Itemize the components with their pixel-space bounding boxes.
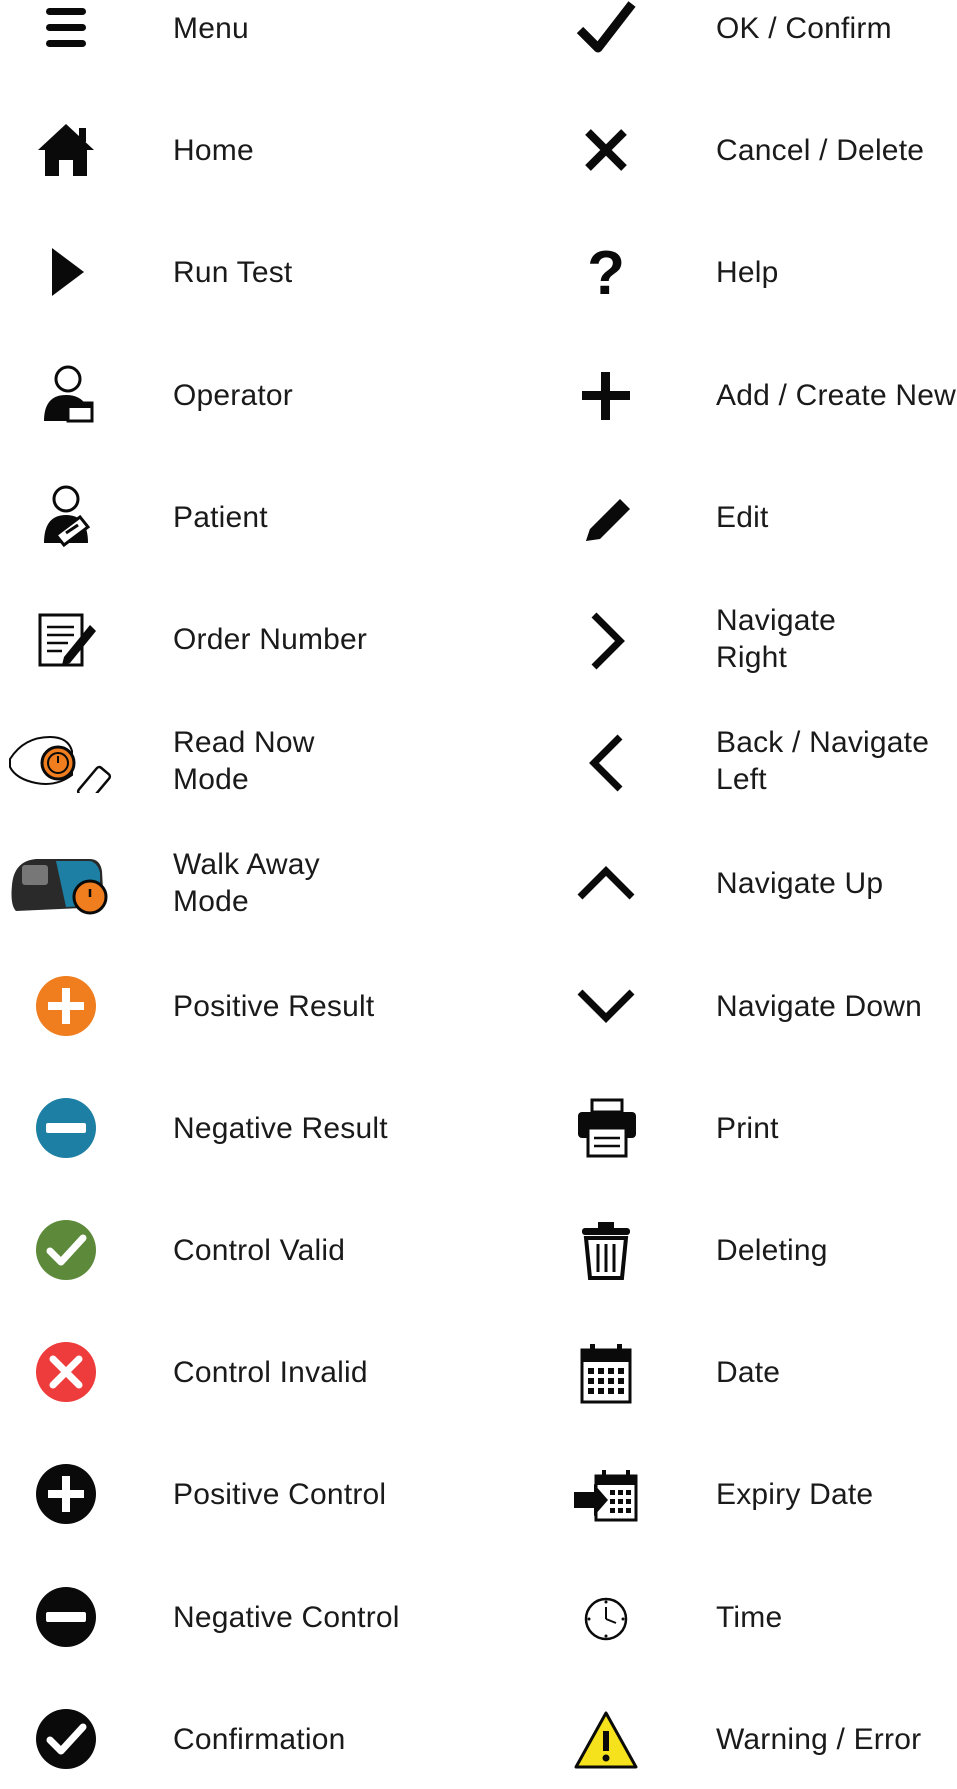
legend-label: Back / Navigate Left <box>716 726 930 796</box>
legend-label: OK / Confirm <box>716 11 892 45</box>
legend-label: Walk Away Mode <box>173 848 320 918</box>
legend-row: Read Now Mode <box>0 711 530 811</box>
legend-label: Add / Create New <box>716 378 956 412</box>
legend-label: Control Valid <box>173 1233 346 1267</box>
legend-label: Home <box>173 133 254 167</box>
walk-away-mode-icon <box>6 851 126 915</box>
menu-icon <box>6 0 126 60</box>
legend-row: Operator <box>0 345 530 445</box>
legend-row: Time <box>540 1567 957 1667</box>
patient-icon <box>6 485 126 549</box>
trash-icon <box>546 1218 666 1282</box>
order-number-icon <box>6 607 126 671</box>
confirmation-icon <box>6 1707 126 1771</box>
legend-label: Print <box>716 1111 779 1145</box>
legend-label: Positive Result <box>173 989 375 1023</box>
legend-label: Control Invalid <box>173 1355 368 1389</box>
legend-label: Navigate Up <box>716 866 884 900</box>
svg-text:?: ? <box>587 240 625 304</box>
legend-label: Help <box>716 255 779 289</box>
legend-row: Negative Result <box>0 1078 530 1178</box>
legend-row: Positive Control <box>0 1444 530 1544</box>
legend-label: Cancel / Delete <box>716 133 925 167</box>
printer-icon <box>546 1096 666 1160</box>
positive-result-icon <box>6 974 126 1038</box>
legend-label: Confirmation <box>173 1722 346 1756</box>
clock-icon <box>546 1585 666 1649</box>
legend-row: Date <box>540 1322 957 1422</box>
legend-label: Patient <box>173 500 268 534</box>
legend-label: Navigate Down <box>716 989 923 1023</box>
legend-label: Operator <box>173 378 293 412</box>
control-invalid-icon <box>6 1340 126 1404</box>
legend-label: Menu <box>173 11 249 45</box>
legend-row: Back / Navigate Left <box>540 711 957 811</box>
legend-label: Expiry Date <box>716 1477 874 1511</box>
read-now-mode-icon <box>6 729 126 793</box>
warning-icon <box>546 1707 666 1771</box>
legend-row: Edit <box>540 467 957 567</box>
legend-row: Navigate Up <box>540 833 957 933</box>
cross-icon <box>546 118 666 182</box>
legend-label: Time <box>716 1600 783 1634</box>
expiry-calendar-icon <box>546 1462 666 1526</box>
legend-label: Warning / Error <box>716 1722 922 1756</box>
chevron-up-icon <box>546 851 666 915</box>
legend-row: Control Valid <box>0 1200 530 1300</box>
legend-row: Control Invalid <box>0 1322 530 1422</box>
negative-result-icon <box>6 1096 126 1160</box>
pencil-icon <box>546 485 666 549</box>
legend-row: Run Test <box>0 222 530 322</box>
legend-row: ? Help <box>540 222 957 322</box>
legend-row: Walk Away Mode <box>0 833 530 933</box>
legend-row: Warning / Error <box>540 1689 957 1789</box>
legend-label: Positive Control <box>173 1477 387 1511</box>
calendar-icon <box>546 1340 666 1404</box>
plus-icon <box>546 363 666 427</box>
control-valid-icon <box>6 1218 126 1282</box>
legend-label: Navigate Right <box>716 604 837 674</box>
legend-row: Navigate Right <box>540 589 957 689</box>
operator-icon <box>6 363 126 427</box>
legend-row: Print <box>540 1078 957 1178</box>
legend-row: Confirmation <box>0 1689 530 1789</box>
legend-row: Home <box>0 100 530 200</box>
legend-label: Order Number <box>173 622 368 656</box>
chevron-left-icon <box>546 729 666 793</box>
legend-row: Navigate Down <box>540 956 957 1056</box>
question-mark-icon: ? <box>546 240 666 304</box>
legend-label: Negative Control <box>173 1600 400 1634</box>
legend-row: Order Number <box>0 589 530 689</box>
icon-legend: Menu Home Run Test Operator Patient Order Num… <box>0 0 957 1778</box>
legend-row: Negative Control <box>0 1567 530 1667</box>
legend-label: Deleting <box>716 1233 828 1267</box>
legend-row: Patient <box>0 467 530 567</box>
legend-row: OK / Confirm <box>540 0 957 78</box>
positive-control-icon <box>6 1462 126 1526</box>
chevron-right-icon <box>546 607 666 671</box>
legend-row: Menu <box>0 0 530 78</box>
legend-label: Negative Result <box>173 1111 388 1145</box>
legend-row: Add / Create New <box>540 345 957 445</box>
legend-label: Run Test <box>173 255 293 289</box>
home-icon <box>6 118 126 182</box>
play-icon <box>6 240 126 304</box>
negative-control-icon <box>6 1585 126 1649</box>
legend-row: Deleting <box>540 1200 957 1300</box>
legend-row: Positive Result <box>0 956 530 1056</box>
legend-row: Expiry Date <box>540 1444 957 1544</box>
legend-label: Edit <box>716 500 769 534</box>
legend-label: Read Now Mode <box>173 726 315 796</box>
checkmark-icon <box>546 0 666 60</box>
legend-label: Date <box>716 1355 781 1389</box>
legend-row: Cancel / Delete <box>540 100 957 200</box>
chevron-down-icon <box>546 974 666 1038</box>
